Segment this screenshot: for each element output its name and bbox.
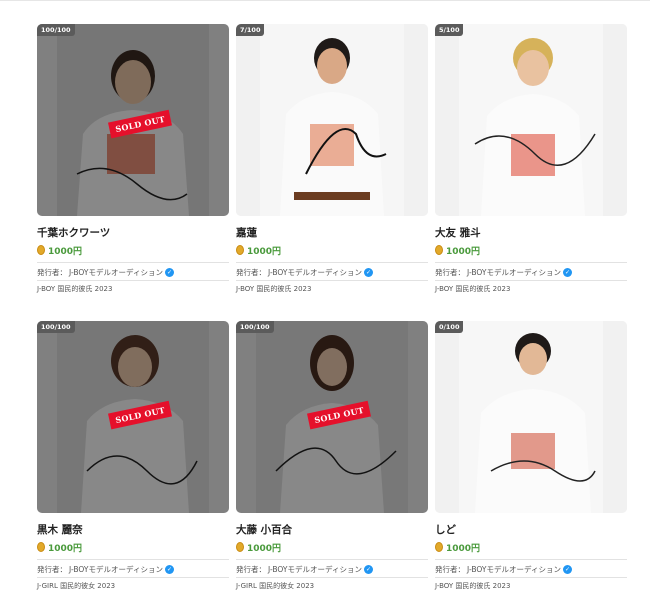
verified-check-icon: ✓ — [562, 267, 572, 277]
price-row: 1000円 — [435, 541, 627, 554]
stock-badge: 100/100 — [236, 321, 274, 333]
sold-out-label: SOLD OUT — [108, 109, 173, 139]
divider — [236, 559, 428, 560]
publisher-row: 発行者： J-BOYモデルオーディション ✓ — [37, 266, 229, 278]
coin-icon — [37, 542, 45, 552]
divider — [236, 262, 428, 263]
product-name[interactable]: 大藤 小百合 — [236, 523, 428, 537]
sold-out-label: SOLD OUT — [108, 400, 173, 430]
product-image[interactable]: 100/100 SOLD OUT — [37, 321, 229, 513]
publisher-label: 発行者： — [236, 564, 266, 574]
divider — [435, 577, 627, 578]
category-label: J-GIRL 国民的彼女 2023 — [37, 582, 116, 590]
stock-badge: 100/100 — [37, 321, 75, 333]
price-row: 1000円 — [37, 541, 229, 554]
price-row: 1000円 — [37, 244, 229, 257]
verified-check-icon: ✓ — [363, 267, 373, 277]
divider — [435, 280, 627, 281]
price: 1000円 — [48, 246, 83, 257]
product-name[interactable]: 大友 雅斗 — [435, 226, 627, 240]
divider — [435, 262, 627, 263]
product-image[interactable]: 100/100 SOLD OUT — [236, 321, 428, 513]
publisher-row: 発行者： J-BOYモデルオーディション ✓ — [236, 266, 428, 278]
product-card[interactable]: 100/100 SOLD OUT 千葉ホクワーツ 1000円 発行者： J-BO… — [37, 24, 229, 294]
price-row: 1000円 — [435, 244, 627, 257]
stock-badge: 5/100 — [435, 24, 464, 36]
verified-check-icon: ✓ — [164, 267, 174, 277]
price: 1000円 — [446, 246, 481, 257]
publisher-name[interactable]: J-BOYモデルオーディション — [268, 564, 362, 575]
publisher-row: 発行者： J-BOYモデルオーディション ✓ — [236, 563, 428, 575]
product-card[interactable]: 100/100 SOLD OUT 黒木 麗奈 1000円 発行者： J-BOYモ… — [37, 321, 229, 591]
product-image[interactable]: 0/100 — [435, 321, 627, 513]
stock-badge: 7/100 — [236, 24, 265, 36]
publisher-label: 発行者： — [435, 267, 465, 277]
model-photo — [236, 24, 428, 216]
category-label: J-BOY 国民的彼氏 2023 — [435, 582, 511, 590]
publisher-name[interactable]: J-BOYモデルオーディション — [467, 564, 561, 575]
product-card[interactable]: 100/100 SOLD OUT 大藤 小百合 1000円 発行者： J-BOY… — [236, 321, 428, 591]
product-image[interactable]: 5/100 — [435, 24, 627, 216]
product-card[interactable]: 5/100 大友 雅斗 1000円 発行者： J-BOYモデルオーディション ✓… — [435, 24, 627, 294]
publisher-label: 発行者： — [236, 267, 266, 277]
price: 1000円 — [247, 543, 282, 554]
price: 1000円 — [446, 543, 481, 554]
category-label: J-BOY 国民的彼氏 2023 — [37, 285, 113, 293]
category-label: J-BOY 国民的彼氏 2023 — [236, 285, 312, 293]
product-name[interactable]: しど — [435, 523, 627, 537]
coin-icon — [37, 245, 45, 255]
category-label: J-BOY 国民的彼氏 2023 — [435, 285, 511, 293]
divider — [236, 577, 428, 578]
price: 1000円 — [247, 246, 282, 257]
verified-check-icon: ✓ — [363, 564, 373, 574]
stock-badge: 0/100 — [435, 321, 464, 333]
model-photo — [435, 24, 627, 216]
price: 1000円 — [48, 543, 83, 554]
publisher-row: 発行者： J-BOYモデルオーディション ✓ — [435, 563, 627, 575]
publisher-name[interactable]: J-BOYモデルオーディション — [467, 267, 561, 278]
publisher-label: 発行者： — [435, 564, 465, 574]
product-card[interactable]: 0/100 しど 1000円 発行者： J-BOYモデルオーディション ✓ J-… — [435, 321, 627, 591]
model-photo — [435, 321, 627, 513]
verified-check-icon: ✓ — [164, 564, 174, 574]
product-image[interactable]: 100/100 SOLD OUT — [37, 24, 229, 216]
price-row: 1000円 — [236, 244, 428, 257]
product-name[interactable]: 黒木 麗奈 — [37, 523, 229, 537]
publisher-label: 発行者： — [37, 564, 67, 574]
category-label: J-GIRL 国民的彼女 2023 — [236, 582, 315, 590]
coin-icon — [236, 245, 244, 255]
publisher-name[interactable]: J-BOYモデルオーディション — [69, 564, 163, 575]
divider — [37, 262, 229, 263]
coin-icon — [435, 245, 443, 255]
divider — [435, 559, 627, 560]
divider — [37, 280, 229, 281]
publisher-row: 発行者： J-BOYモデルオーディション ✓ — [435, 266, 627, 278]
verified-check-icon: ✓ — [562, 564, 572, 574]
product-name[interactable]: 嘉蓮 — [236, 226, 428, 240]
product-grid: 100/100 SOLD OUT 千葉ホクワーツ 1000円 発行者： J-BO… — [0, 0, 650, 601]
product-name[interactable]: 千葉ホクワーツ — [37, 226, 229, 240]
divider — [37, 577, 229, 578]
coin-icon — [236, 542, 244, 552]
publisher-label: 発行者： — [37, 267, 67, 277]
product-image[interactable]: 7/100 — [236, 24, 428, 216]
publisher-name[interactable]: J-BOYモデルオーディション — [69, 267, 163, 278]
price-row: 1000円 — [236, 541, 428, 554]
publisher-name[interactable]: J-BOYモデルオーディション — [268, 267, 362, 278]
coin-icon — [435, 542, 443, 552]
publisher-row: 発行者： J-BOYモデルオーディション ✓ — [37, 563, 229, 575]
product-card[interactable]: 7/100 嘉蓮 1000円 発行者： J-BOYモデルオーディション ✓ J-… — [236, 24, 428, 294]
divider — [236, 280, 428, 281]
sold-out-label: SOLD OUT — [307, 400, 372, 430]
stock-badge: 100/100 — [37, 24, 75, 36]
divider — [37, 559, 229, 560]
